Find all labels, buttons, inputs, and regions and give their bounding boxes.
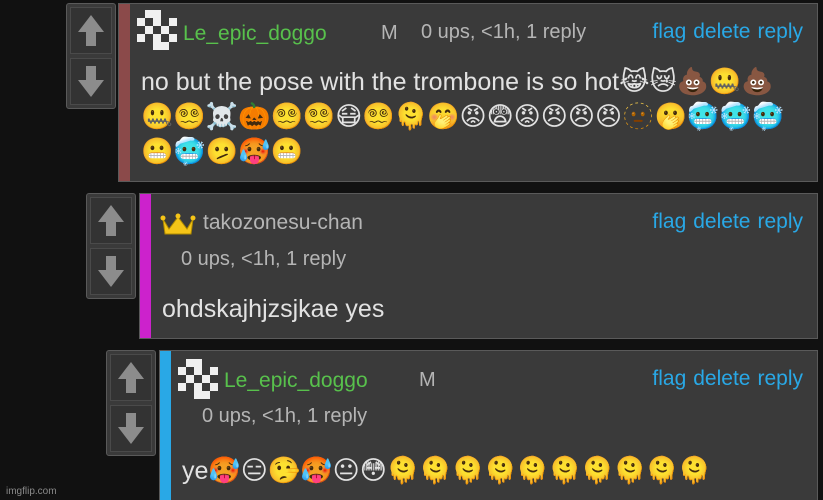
downvote-button[interactable] bbox=[110, 405, 152, 452]
comment-stripe bbox=[119, 4, 130, 181]
comment-emoji: 🥵😑🤥🥵😐😳🫠🫠🫠🫠🫠🫠🫠🫠🫠🫠 bbox=[208, 455, 711, 485]
upvote-button[interactable] bbox=[110, 354, 152, 401]
comment-stripe bbox=[140, 194, 151, 338]
comment-text: no but the pose with the trombone is so … bbox=[141, 68, 620, 96]
comment-stripe bbox=[160, 351, 171, 500]
comment-meta: 0 ups, <1h, 1 reply bbox=[181, 248, 347, 270]
arrow-up-icon bbox=[78, 15, 104, 46]
arrow-down-icon bbox=[118, 413, 144, 444]
username-link[interactable]: takozonesu-chan bbox=[203, 211, 363, 235]
vote-box bbox=[86, 193, 136, 299]
flag-link[interactable]: flag bbox=[652, 367, 686, 390]
vote-box bbox=[66, 3, 116, 109]
pixel-avatar-icon bbox=[137, 10, 177, 50]
reply-link[interactable]: reply bbox=[757, 367, 803, 390]
mod-badge: M bbox=[381, 22, 398, 44]
upvote-button[interactable] bbox=[70, 7, 112, 54]
upvote-button[interactable] bbox=[90, 197, 132, 244]
arrow-down-icon bbox=[78, 66, 104, 97]
vote-box bbox=[106, 350, 156, 456]
flag-link[interactable]: flag bbox=[652, 210, 686, 233]
comment-body: no but the pose with the trombone is so … bbox=[141, 64, 801, 169]
username-link[interactable]: Le_epic_doggo bbox=[183, 22, 327, 46]
arrow-down-icon bbox=[98, 256, 124, 287]
arrow-up-icon bbox=[98, 205, 124, 236]
delete-link[interactable]: delete bbox=[693, 210, 750, 233]
comment-actions: flag delete reply bbox=[645, 367, 803, 391]
comment-actions: flag delete reply bbox=[645, 20, 803, 44]
downvote-button[interactable] bbox=[90, 248, 132, 295]
reply-link[interactable]: reply bbox=[757, 210, 803, 233]
flag-link[interactable]: flag bbox=[652, 20, 686, 43]
downvote-button[interactable] bbox=[70, 58, 112, 105]
reply-link[interactable]: reply bbox=[757, 20, 803, 43]
arrow-up-icon bbox=[118, 362, 144, 393]
username-link[interactable]: Le_epic_doggo bbox=[224, 369, 368, 393]
comment-body: ohdskajhjzsjkae yes bbox=[162, 295, 385, 323]
comment-card: Le_epic_doggo M 0 ups, <1h, 1 reply flag… bbox=[159, 350, 818, 500]
comment-card: Le_epic_doggo M 0 ups, <1h, 1 reply flag… bbox=[118, 3, 818, 182]
comment-text: ye bbox=[182, 457, 209, 485]
comment-actions: flag delete reply bbox=[645, 210, 803, 234]
mod-badge: M bbox=[419, 369, 436, 391]
crown-icon bbox=[160, 213, 196, 235]
pixel-avatar-icon bbox=[178, 359, 218, 399]
comment-meta: 0 ups, <1h, 1 reply bbox=[202, 405, 368, 427]
delete-link[interactable]: delete bbox=[693, 20, 750, 43]
watermark: imgflip.com bbox=[6, 486, 57, 497]
delete-link[interactable]: delete bbox=[693, 367, 750, 390]
comment-card: takozonesu-chan 0 ups, <1h, 1 reply flag… bbox=[139, 193, 818, 339]
comment-body: ye🥵😑🤥🥵😐😳🫠🫠🫠🫠🫠🫠🫠🫠🫠🫠 bbox=[182, 453, 802, 488]
comment-meta: 0 ups, <1h, 1 reply bbox=[421, 21, 587, 43]
